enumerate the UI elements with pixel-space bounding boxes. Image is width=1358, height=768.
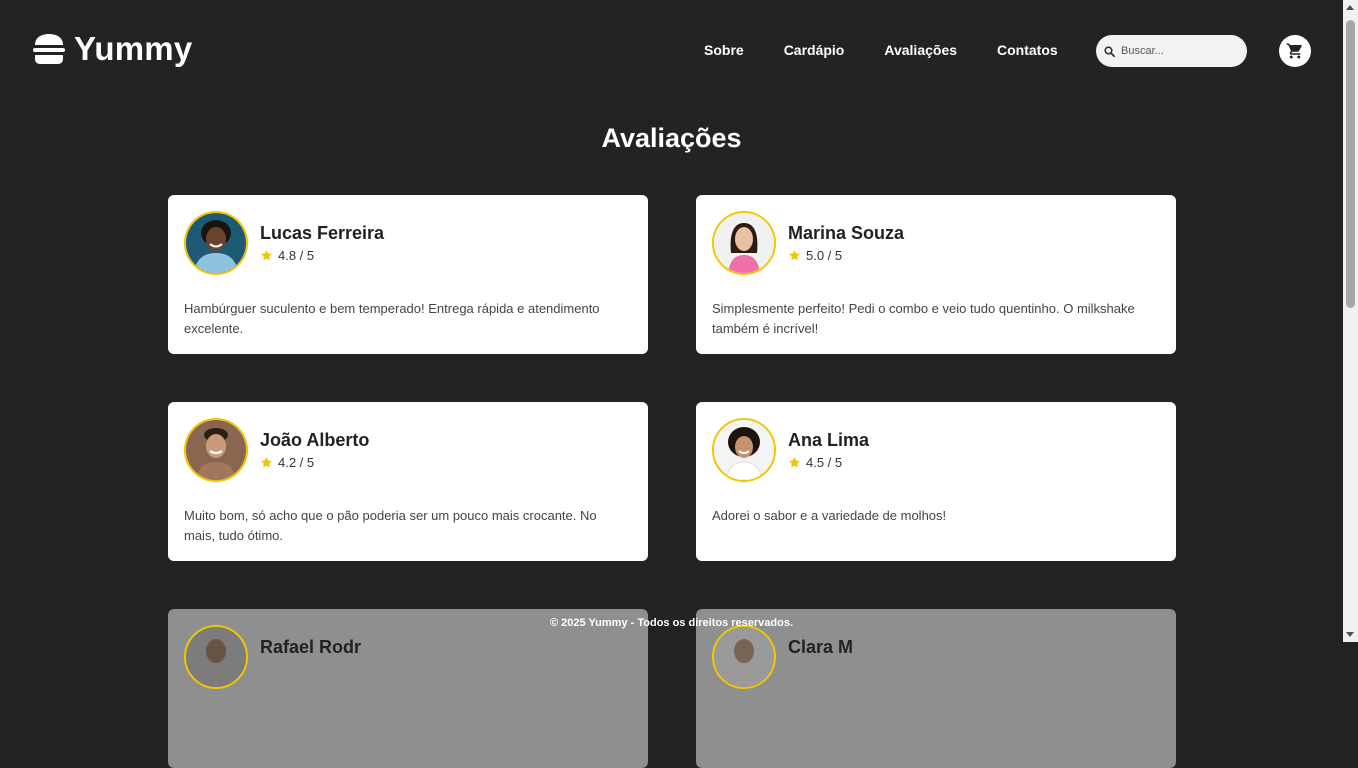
page-title: Avaliações (601, 123, 742, 153)
cart-button[interactable] (1279, 35, 1311, 67)
main-nav: Sobre Cardápio Avaliações Contatos (704, 42, 1058, 58)
scroll-down-arrow-icon[interactable] (1346, 632, 1354, 637)
avatar (184, 211, 248, 275)
burger-icon (33, 34, 65, 64)
logo[interactable]: Yummy (32, 30, 192, 68)
rating: 4.2 / 5 (260, 455, 314, 470)
avatar (712, 211, 776, 275)
reviewer-name: Marina Souza (788, 223, 905, 243)
avatar (712, 418, 776, 482)
avatar (712, 625, 776, 689)
scroll-up-arrow-icon[interactable] (1346, 5, 1354, 10)
review-text: Adorei o sabor e a variedade de molhos! (712, 508, 947, 523)
review-card: Ana Lima 4.5 / 5 Adorei o sabor e a vari… (696, 402, 1176, 561)
nav-link-sobre[interactable]: Sobre (704, 42, 744, 58)
review-text: Muito bom, só acho que o pão poderia ser… (184, 508, 597, 543)
star-icon (789, 457, 800, 468)
reviews-grid: Lucas Ferreira 4.8 / 5 Hambúrguer sucule… (168, 195, 1176, 768)
star-icon (789, 250, 800, 261)
rating-value: 4.2 / 5 (278, 455, 315, 470)
avatar (184, 418, 248, 482)
nav-link-contatos[interactable]: Contatos (997, 42, 1058, 58)
rating-value: 5.0 / 5 (806, 248, 843, 263)
reviewer-name: Lucas Ferreira (260, 223, 385, 243)
rating: 4.8 / 5 (260, 248, 314, 263)
rating-value: 4.5 / 5 (806, 455, 843, 470)
search-box[interactable] (1096, 35, 1247, 67)
search-input[interactable] (1119, 44, 1241, 58)
search-icon (1104, 45, 1115, 57)
reviewer-name: João Alberto (260, 430, 370, 450)
rating: 4.5 / 5 (788, 455, 842, 470)
review-card: Clara M (696, 609, 1176, 768)
avatar (184, 625, 248, 689)
scrollbar-thumb[interactable] (1346, 20, 1355, 308)
reviewer-name: Clara M (788, 637, 854, 657)
footer-text: © 2025 Yummy - Todos os direitos reserva… (549, 617, 794, 629)
review-card: João Alberto 4.2 / 5 Muito bom, só acho … (168, 402, 648, 561)
scrollbar[interactable] (1343, 0, 1358, 642)
nav-link-avaliacoes[interactable]: Avaliações (884, 42, 957, 58)
reviewer-name: Rafael Rodr (260, 637, 362, 657)
star-icon (261, 457, 272, 468)
star-icon (261, 250, 272, 261)
brand-name: Yummy (74, 30, 193, 67)
rating-value: 4.8 / 5 (278, 248, 315, 263)
review-card: Rafael Rodr (168, 609, 648, 768)
reviewer-name: Ana Lima (788, 430, 870, 450)
review-card: Lucas Ferreira 4.8 / 5 Hambúrguer sucule… (168, 195, 648, 354)
review-text: Hambúrguer suculento e bem temperado! En… (184, 301, 600, 336)
site-header: Yummy Sobre Cardápio Avaliações Contatos (0, 0, 1343, 100)
rating: 5.0 / 5 (788, 248, 842, 263)
cart-icon (1286, 43, 1302, 59)
review-card: Marina Souza 5.0 / 5 Simplesmente perfei… (696, 195, 1176, 354)
review-text: Simplesmente perfeito! Pedi o combo e ve… (712, 301, 1135, 336)
nav-link-cardapio[interactable]: Cardápio (784, 42, 845, 58)
